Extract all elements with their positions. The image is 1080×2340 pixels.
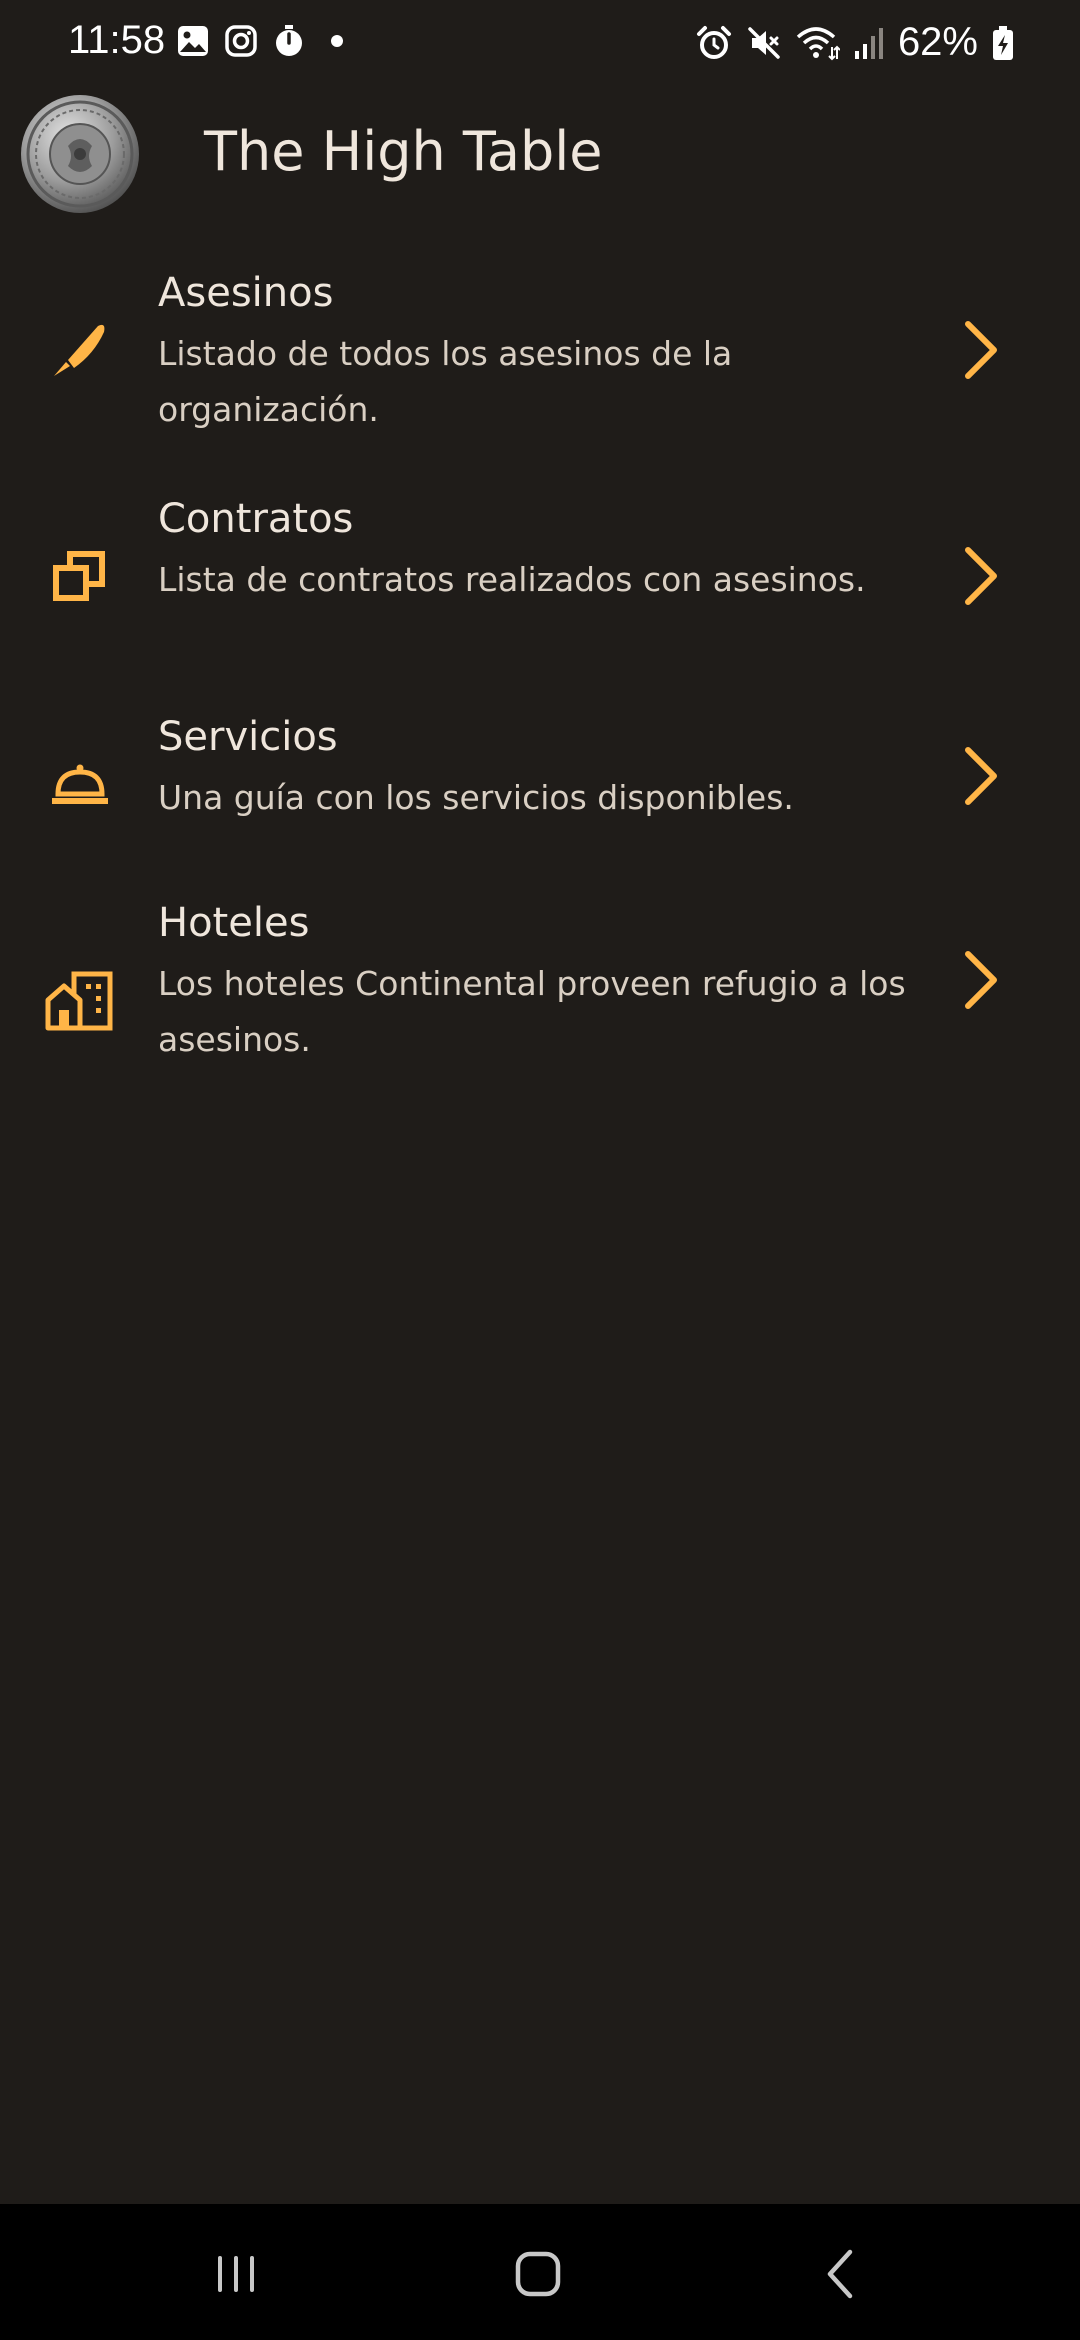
chevron-right-icon	[950, 940, 1010, 1020]
app-title: The High Table	[204, 120, 603, 183]
recent-apps-icon[interactable]	[196, 2234, 276, 2314]
instagram-icon	[224, 24, 258, 58]
chevron-right-icon	[950, 536, 1010, 616]
alarm-icon	[696, 25, 732, 61]
back-icon[interactable]	[802, 2234, 882, 2314]
navigation-bar	[0, 2204, 1080, 2340]
menu-item-title: Asesinos	[158, 270, 334, 316]
app-bar: The High Table	[0, 86, 1080, 226]
wifi-icon	[796, 25, 840, 61]
menu-item-contratos[interactable]: Contratos Lista de contratos realizados …	[0, 476, 1080, 676]
menu-item-description: Lista de contratos realizados con asesin…	[158, 560, 866, 599]
hotel-icon	[40, 960, 120, 1040]
battery-percentage: 62%	[897, 20, 978, 64]
menu-item-servicios[interactable]: Servicios Una guía con los servicios dis…	[0, 714, 1080, 864]
menu-item-description: Los hoteles Continental proveen refugio …	[158, 964, 906, 1059]
menu-item-hoteles[interactable]: Hoteles Los hoteles Continental proveen …	[0, 900, 1080, 1100]
mute-icon	[746, 25, 782, 61]
gallery-icon	[176, 24, 210, 58]
menu-item-description: Listado de todos los asesinos de la orga…	[158, 334, 733, 429]
status-right: 62%	[696, 20, 1014, 65]
dot-icon	[320, 24, 354, 58]
chevron-right-icon	[950, 736, 1010, 816]
coin-avatar[interactable]	[20, 94, 140, 214]
menu-item-asesinos[interactable]: Asesinos Listado de todos los asesinos d…	[0, 250, 1080, 450]
menu-item-title: Contratos	[158, 496, 354, 542]
status-time: 11:58	[68, 18, 166, 62]
signal-icon	[854, 25, 884, 61]
status-left-icons	[176, 24, 354, 58]
service-bell-icon	[40, 746, 120, 826]
status-bar: 11:58 62%	[0, 0, 1080, 86]
menu-item-title: Servicios	[158, 714, 338, 760]
menu-item-title: Hoteles	[158, 900, 310, 946]
home-icon[interactable]	[498, 2234, 578, 2314]
knife-icon	[40, 310, 120, 390]
chevron-right-icon	[950, 310, 1010, 390]
documents-icon	[40, 536, 120, 616]
menu-item-description: Una guía con los servicios disponibles.	[158, 778, 794, 817]
timer-icon	[272, 24, 306, 58]
battery-charging-icon	[992, 25, 1014, 61]
